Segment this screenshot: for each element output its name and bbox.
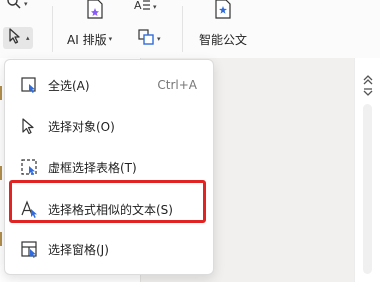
arrange-button[interactable]: ▾ — [134, 28, 164, 50]
chevron-down-icon: ▾ — [153, 3, 157, 11]
ai-layout-button[interactable]: AI 排版 ▾ — [64, 28, 115, 50]
ribbon-toolbar: ▾ ▴ AI 排版 ▾ A ▾ ▾ 智能公文 — [0, 0, 380, 59]
select-all-icon — [19, 75, 39, 95]
chevron-down-icon: ▾ — [108, 35, 113, 43]
find-button[interactable]: ▾ — [3, 0, 31, 15]
scroll-up-arrows-icon[interactable] — [362, 74, 374, 100]
smart-doc-button[interactable]: 智能公文 — [196, 28, 250, 50]
cursor-arrow-icon — [6, 27, 24, 49]
scrollbar-thumb[interactable] — [363, 104, 372, 274]
smart-doc-icon[interactable] — [212, 0, 234, 24]
chevron-down-icon: ▾ — [24, 0, 28, 8]
annotation-highlight-box — [9, 180, 206, 223]
menu-item-label: 选择对象(O) — [48, 119, 115, 134]
vertical-scrollbar[interactable] — [354, 58, 380, 282]
toolbar-divider — [52, 6, 53, 52]
menu-item-dashed-table-select[interactable]: 虚框选择表格(T) — [11, 152, 207, 182]
page-margin-marker — [0, 232, 2, 246]
menu-item-selection-pane[interactable]: 选择窗格(J) — [11, 234, 207, 264]
page-margin-marker — [0, 166, 2, 180]
menu-item-label: 选择窗格(J) — [48, 242, 109, 257]
menu-item-select-all[interactable]: 全选(A) Ctrl+A — [11, 70, 207, 100]
text-direction-button[interactable]: A ▾ — [130, 0, 160, 18]
select-dropdown-menu: 全选(A) Ctrl+A 选择对象(O) 虚框选择表格(T) 选择格式相似的文本… — [4, 59, 214, 275]
svg-text:A: A — [134, 0, 142, 12]
menu-item-label: 全选(A) — [48, 78, 90, 93]
page-margin-marker — [0, 86, 2, 100]
text-direction-icon: A — [133, 0, 151, 17]
toolbar-divider — [182, 6, 183, 52]
menu-item-label: 虚框选择表格(T) — [48, 160, 137, 175]
ai-layout-label: AI 排版 — [67, 32, 107, 47]
chevron-up-icon: ▴ — [26, 34, 30, 42]
smart-doc-label: 智能公文 — [199, 32, 248, 47]
select-tool-button[interactable]: ▴ — [3, 27, 33, 49]
ai-layout-doc-icon[interactable] — [84, 0, 106, 24]
keyboard-shortcut: Ctrl+A — [157, 78, 197, 92]
search-icon — [6, 0, 22, 14]
dashed-table-select-icon — [19, 157, 39, 177]
select-object-icon — [19, 116, 39, 136]
menu-item-select-object[interactable]: 选择对象(O) — [11, 111, 207, 141]
selection-pane-icon — [19, 239, 39, 259]
chevron-down-icon: ▾ — [157, 35, 161, 43]
arrange-objects-icon — [137, 28, 155, 50]
